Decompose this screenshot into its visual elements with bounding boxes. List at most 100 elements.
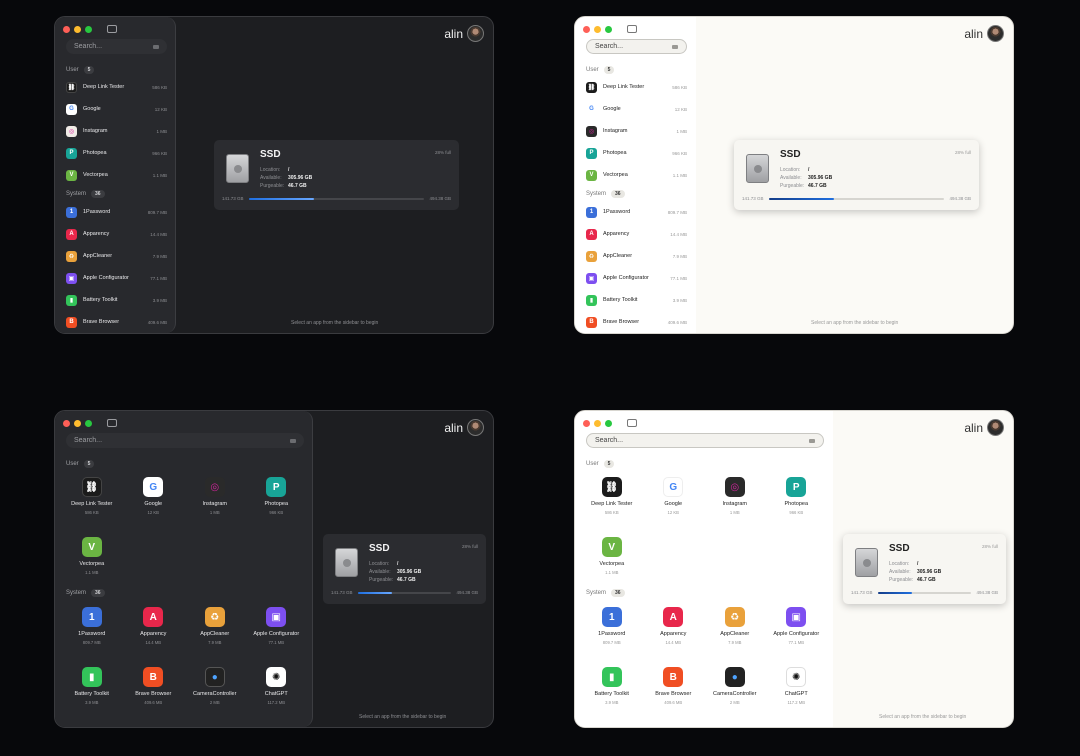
close-button[interactable]	[63, 420, 70, 427]
list-item-google[interactable]: G Google 12 KB	[66, 98, 167, 120]
grid-item-1password[interactable]: 1 1Password 809.7 MB	[61, 603, 123, 663]
grid-item-battery-toolkit[interactable]: ▮ Battery Toolkit 3.9 MB	[581, 663, 643, 723]
close-button[interactable]	[63, 26, 70, 33]
user-app-list: ⛓ Deep Link Tester 586 KB G Google 12 KB ◎ In…	[586, 76, 687, 186]
minimize-button[interactable]	[74, 420, 81, 427]
list-item-apple-configurator[interactable]: ▣ Apple Configurator 77.1 MB	[66, 267, 167, 289]
grid-item-camera-controller[interactable]: ● CameraController 2 MB	[704, 663, 766, 723]
photopea-icon: P	[786, 477, 807, 497]
minimize-button[interactable]	[74, 26, 81, 33]
grid-item-appcleaner[interactable]: ♻ AppCleaner 7.9 MB	[704, 603, 766, 663]
search-placeholder: Search...	[74, 437, 103, 444]
user-menu[interactable]: alin	[964, 419, 1004, 436]
user-menu[interactable]: alin	[964, 25, 1004, 42]
grid-item-instagram[interactable]: ◎ Instagram 1 MB	[184, 473, 246, 533]
user-menu[interactable]: alin	[444, 419, 484, 436]
list-item-photopea[interactable]: P Photopea 966 KB	[586, 142, 687, 164]
close-button[interactable]	[583, 420, 590, 427]
grid-item-brave-browser[interactable]: B Brave Browser 409.6 MB	[643, 663, 705, 723]
list-item-vectorpea[interactable]: V Vectorpea 1.1 MB	[66, 164, 167, 186]
grid-item-chatgpt[interactable]: ✺ ChatGPT 117.2 MB	[246, 663, 308, 723]
search-placeholder: Search...	[595, 43, 624, 50]
maximize-button[interactable]	[85, 26, 92, 33]
list-item-1password[interactable]: 1 1Password 809.7 MB	[66, 201, 167, 223]
grid-item-apparency[interactable]: A Apparency 14.4 MB	[123, 603, 185, 663]
list-item-photopea[interactable]: P Photopea 966 KB	[66, 142, 167, 164]
system-app-grid: 1 1Password 809.7 MB A Apparency 14.4 MB ♻ Ap…	[581, 603, 827, 723]
grid-item-1password[interactable]: 1 1Password 809.7 MB	[581, 603, 643, 663]
grid-item-apple-configurator[interactable]: ▣ Apple Configurator 77.1 MB	[766, 603, 828, 663]
sidebar: Search... User 5 ⛓ Deep Link Tester 586 KB …	[575, 17, 696, 333]
instagram-icon: ◎	[724, 477, 745, 497]
hard-drive-icon	[226, 154, 249, 183]
maximize-button[interactable]	[85, 420, 92, 427]
photopea-icon: P	[266, 477, 287, 497]
grid-item-instagram[interactable]: ◎ Instagram 1 MB	[704, 473, 766, 533]
search-input[interactable]: Search...	[66, 433, 304, 448]
list-item-deep-link-tester[interactable]: ⛓ Deep Link Tester 586 KB	[586, 76, 687, 98]
list-item-google[interactable]: G Google 12 KB	[586, 98, 687, 120]
sidebar-toggle-icon[interactable]	[627, 25, 637, 33]
configurator-icon: ▣	[586, 272, 597, 284]
grid-item-photopea[interactable]: P Photopea 966 KB	[766, 473, 828, 533]
minimize-button[interactable]	[594, 26, 601, 33]
search-input[interactable]: Search...	[586, 39, 687, 54]
sidebar: Search... User 5 ⛓ Deep Link Tester 586 KB …	[575, 411, 833, 727]
grid-item-vectorpea[interactable]: V Vectorpea 1.1 MB	[581, 533, 643, 593]
grid-item-appcleaner[interactable]: ♻ AppCleaner 7.9 MB	[184, 603, 246, 663]
list-item-battery-toolkit[interactable]: ▮ Battery Toolkit 3.9 MB	[586, 289, 687, 311]
window-dark-list: Search... User 5 ⛓ Deep Link Tester 586 KB …	[54, 16, 494, 334]
maximize-button[interactable]	[605, 420, 612, 427]
hard-drive-icon	[335, 548, 358, 577]
search-input[interactable]: Search...	[66, 39, 167, 54]
maximize-button[interactable]	[605, 26, 612, 33]
sidebar-toggle-icon[interactable]	[107, 25, 117, 33]
list-item-battery-toolkit[interactable]: ▮ Battery Toolkit 3.9 MB	[66, 289, 167, 311]
list-item-vectorpea[interactable]: V Vectorpea 1.1 MB	[586, 164, 687, 186]
user-menu[interactable]: alin	[444, 25, 484, 42]
grid-item-vectorpea[interactable]: V Vectorpea 1.1 MB	[61, 533, 123, 593]
grid-item-chatgpt[interactable]: ✺ ChatGPT 117.2 MB	[766, 663, 828, 723]
list-item-appcleaner[interactable]: ♻ AppCleaner 7.9 MB	[586, 245, 687, 267]
grid-item-camera-controller[interactable]: ● CameraController 2 MB	[184, 663, 246, 723]
grid-item-apparency[interactable]: A Apparency 14.4 MB	[643, 603, 705, 663]
close-button[interactable]	[583, 26, 590, 33]
disk-card: SSD 28% full Location: / Available: 305.96…	[214, 140, 459, 210]
sidebar-toggle-icon[interactable]	[107, 419, 117, 427]
keyboard-icon	[153, 44, 159, 49]
list-item-instagram[interactable]: ◎ Instagram 1 MB	[586, 120, 687, 142]
list-item-apparency[interactable]: A Apparency 14.4 MB	[586, 223, 687, 245]
hard-drive-icon	[746, 154, 769, 183]
brave-icon: B	[143, 667, 164, 687]
list-item-brave-browser[interactable]: B Brave Browser 409.6 MB	[586, 311, 687, 333]
grid-item-battery-toolkit[interactable]: ▮ Battery Toolkit 3.9 MB	[61, 663, 123, 723]
count-badge: 5	[603, 460, 615, 468]
list-item-appcleaner[interactable]: ♻ AppCleaner 7.9 MB	[66, 245, 167, 267]
system-app-list: 1 1Password 809.7 MB A Apparency 14.4 MB ♻ Ap…	[66, 201, 167, 333]
search-input[interactable]: Search...	[586, 433, 824, 448]
disk-card: SSD 28% full Location: / Available: 305.96…	[323, 534, 486, 604]
photopea-icon: P	[66, 147, 77, 159]
grid-item-google[interactable]: G Google 12 KB	[123, 473, 185, 533]
list-item-brave-browser[interactable]: B Brave Browser 409.6 MB	[66, 311, 167, 333]
grid-item-brave-browser[interactable]: B Brave Browser 409.6 MB	[123, 663, 185, 723]
grid-item-apple-configurator[interactable]: ▣ Apple Configurator 77.1 MB	[246, 603, 308, 663]
list-item-apparency[interactable]: A Apparency 14.4 MB	[66, 223, 167, 245]
grid-item-google[interactable]: G Google 12 KB	[643, 473, 705, 533]
list-item-apple-configurator[interactable]: ▣ Apple Configurator 77.1 MB	[586, 267, 687, 289]
minimize-button[interactable]	[594, 420, 601, 427]
usage-bar: 141.73 GB 494.38 GB	[851, 590, 998, 595]
1password-icon: 1	[601, 607, 622, 627]
empty-state-hint: Select an app from the sidebar to begin	[359, 714, 447, 720]
grid-item-deep-link-tester[interactable]: ⛓ Deep Link Tester 586 KB	[61, 473, 123, 533]
list-item-deep-link-tester[interactable]: ⛓ Deep Link Tester 586 KB	[66, 76, 167, 98]
list-item-instagram[interactable]: ◎ Instagram 1 MB	[66, 120, 167, 142]
list-item-1password[interactable]: 1 1Password 809.7 MB	[586, 201, 687, 223]
1password-icon: 1	[81, 607, 102, 627]
traffic-lights	[63, 26, 92, 33]
google-icon: G	[586, 103, 597, 115]
grid-item-photopea[interactable]: P Photopea 966 KB	[246, 473, 308, 533]
user-app-grid: ⛓ Deep Link Tester 586 KB G Google 12 KB ◎ In…	[581, 473, 827, 593]
sidebar-toggle-icon[interactable]	[627, 419, 637, 427]
grid-item-deep-link-tester[interactable]: ⛓ Deep Link Tester 586 KB	[581, 473, 643, 533]
